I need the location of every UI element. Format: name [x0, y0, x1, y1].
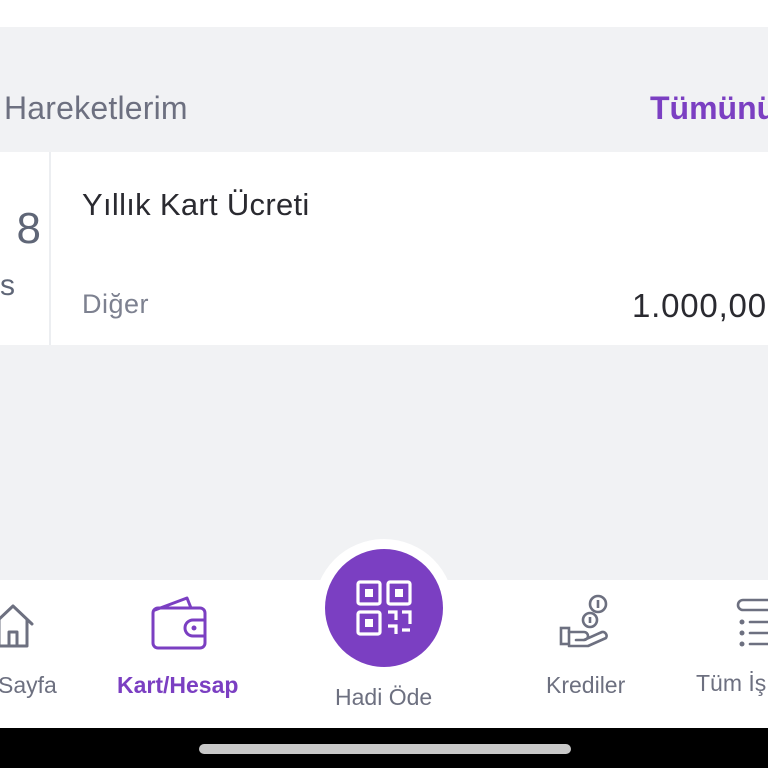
nav-label-pay[interactable]: Hadi Öde: [335, 684, 432, 711]
transaction-title: Yıllık Kart Ücreti: [82, 187, 310, 222]
transaction-category: Diğer: [82, 289, 150, 319]
nav-label-card-account: Kart/Hesap: [117, 672, 239, 698]
transaction-date-month: s: [0, 269, 15, 302]
nav-label-home: Sayfa: [0, 672, 57, 698]
nav-label-all-transactions: Tüm İş: [696, 670, 767, 696]
transaction-date-day: 8: [16, 204, 41, 253]
transaction-date: 8 s: [0, 152, 51, 345]
nav-item-all-transactions[interactable]: Tüm İş: [690, 580, 768, 728]
hand-coins-icon: [559, 594, 608, 648]
home-icon: [0, 604, 34, 648]
transaction-amount: 1.000,00: [632, 287, 767, 324]
section-title: Hareketlerim: [4, 90, 188, 126]
list-icon: [736, 598, 768, 647]
nav-label-loans: Krediler: [546, 672, 626, 698]
pay-button[interactable]: [325, 549, 443, 667]
nav-item-home[interactable]: Sayfa: [0, 580, 80, 728]
transaction-card[interactable]: 8 s Yıllık Kart Ücreti Diğer 1.000,00: [0, 152, 768, 345]
home-gesture-pill[interactable]: [199, 744, 571, 754]
nav-item-card-account[interactable]: Kart/Hesap: [110, 580, 250, 728]
wallet-icon: [151, 596, 207, 650]
nav-item-loans[interactable]: Krediler: [530, 580, 650, 728]
qr-code-icon: [356, 580, 412, 636]
top-strip: [0, 0, 768, 27]
see-all-link[interactable]: Tümünü: [650, 90, 768, 127]
